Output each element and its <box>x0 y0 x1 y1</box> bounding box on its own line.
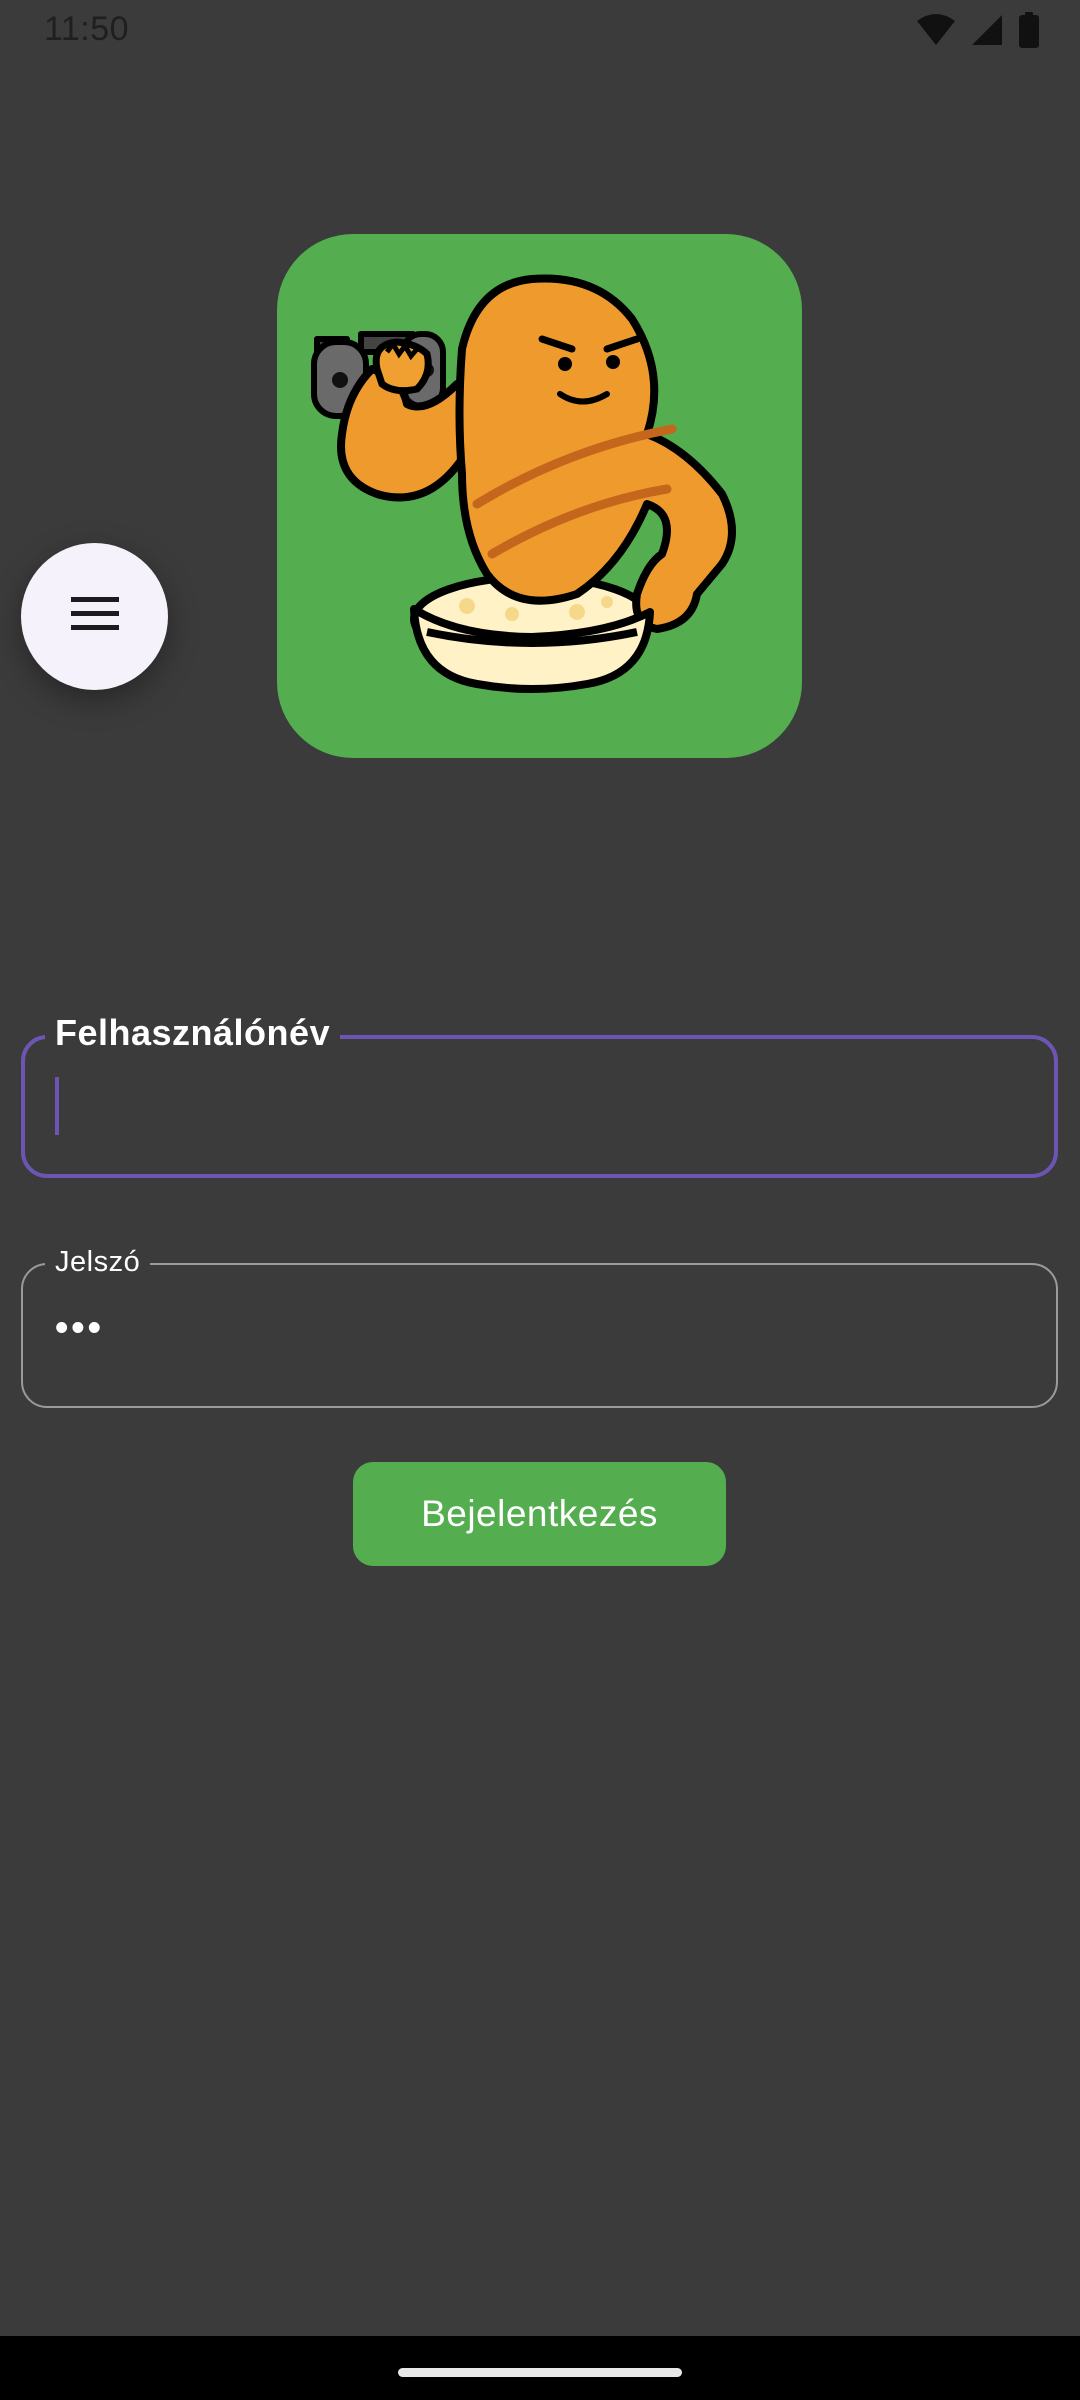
text-cursor <box>55 1077 59 1135</box>
battery-icon <box>1018 12 1040 48</box>
username-field[interactable]: Felhasználónév <box>21 1012 1058 1178</box>
muscular-croissant-logo <box>311 274 736 693</box>
status-time: 11:50 <box>44 10 130 48</box>
wifi-icon <box>916 13 956 47</box>
status-icons <box>916 12 1040 48</box>
app-logo <box>277 234 802 758</box>
password-value: ••• <box>55 1307 104 1349</box>
home-indicator[interactable] <box>398 2368 682 2377</box>
hamburger-menu-icon <box>70 597 119 636</box>
signal-icon <box>970 13 1004 47</box>
login-button[interactable]: Bejelentkezés <box>353 1462 726 1566</box>
password-field[interactable]: Jelszó ••• <box>21 1246 1058 1408</box>
username-label: Felhasználónév <box>45 1012 341 1054</box>
menu-button[interactable] <box>21 543 168 690</box>
status-bar: 11:50 <box>0 0 1080 60</box>
password-label: Jelszó <box>45 1246 151 1279</box>
